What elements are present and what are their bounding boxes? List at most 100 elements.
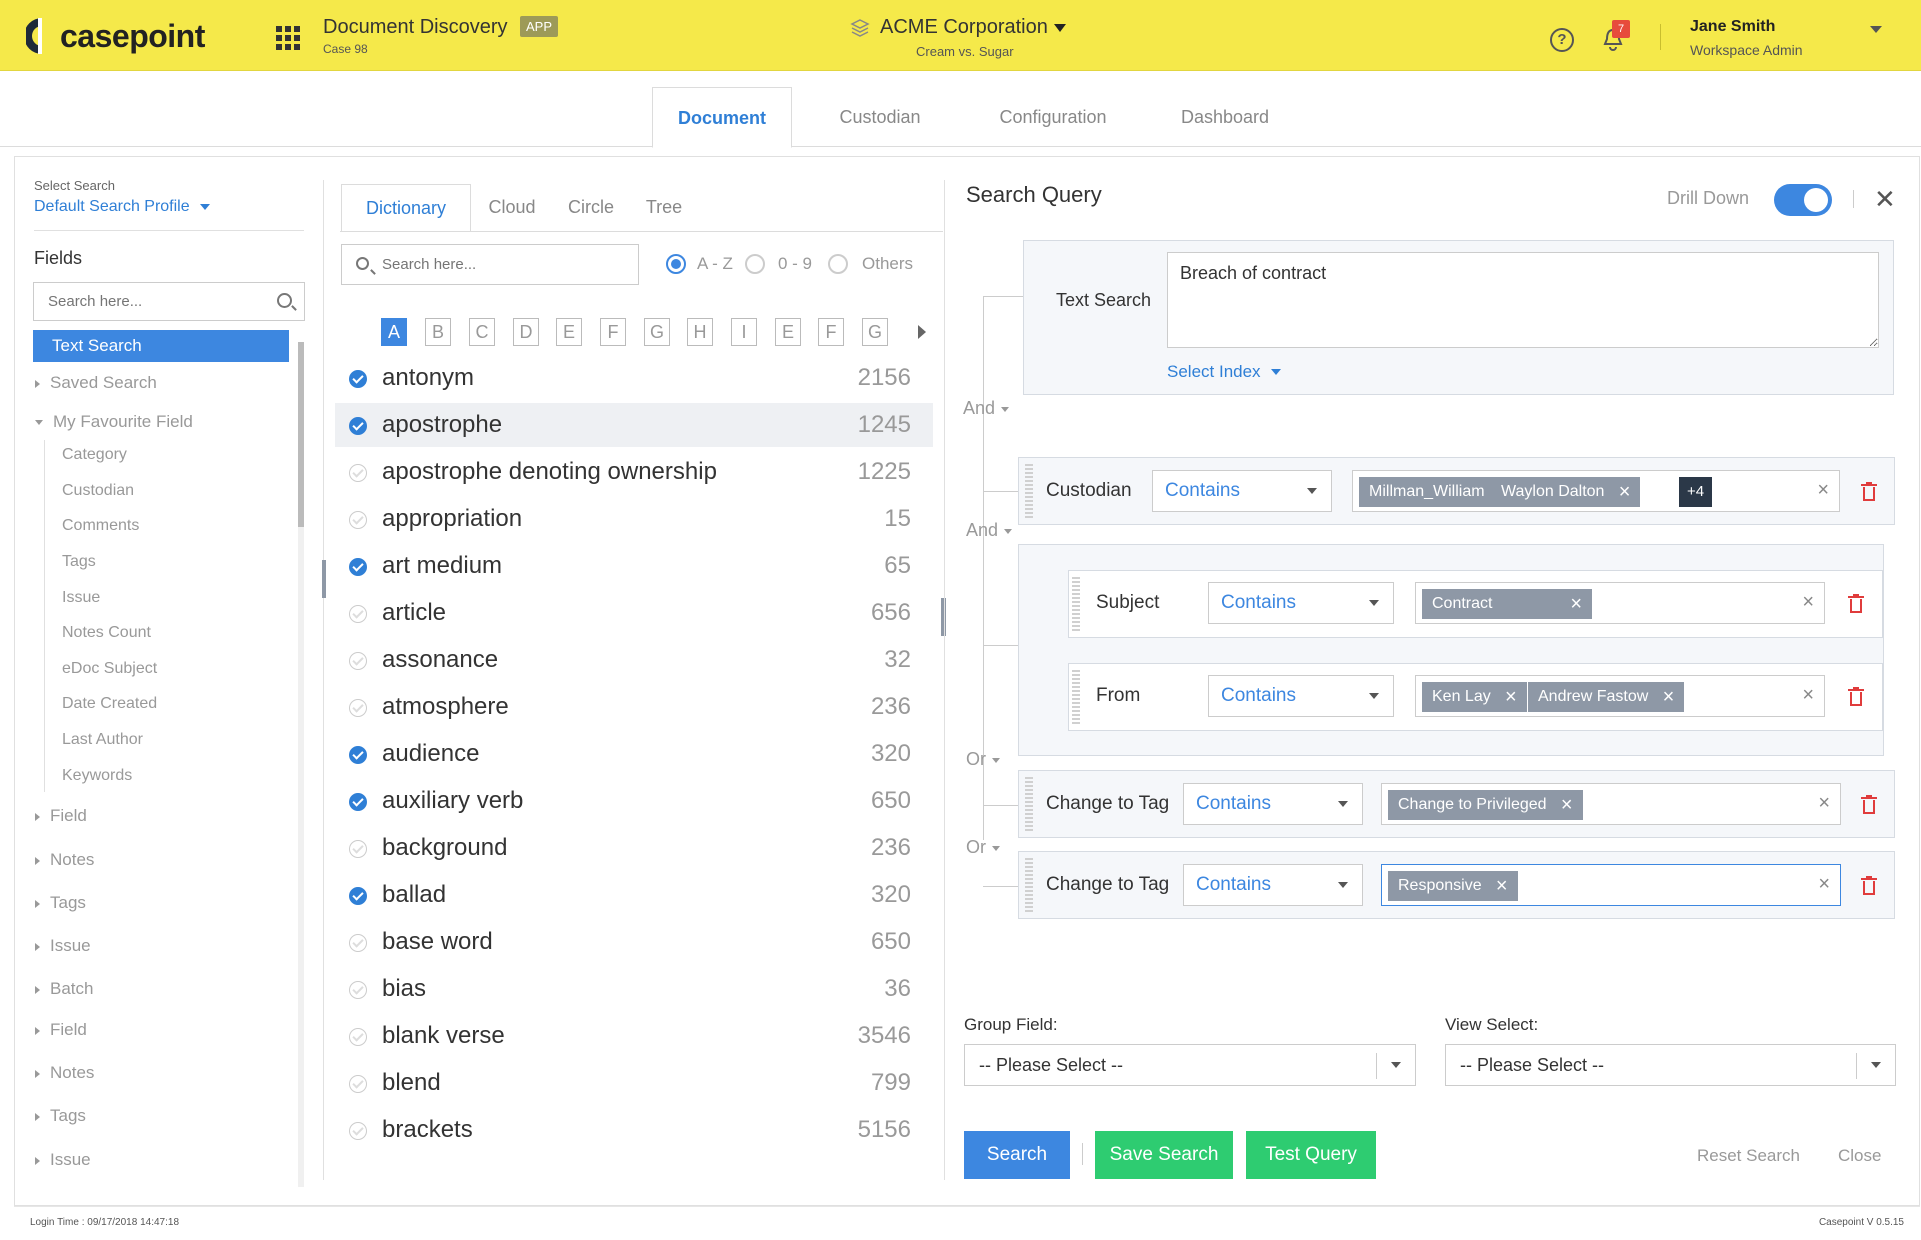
term-row[interactable]: base word 650 xyxy=(335,920,933,964)
letter-filter[interactable]: D xyxy=(513,318,539,346)
field-group[interactable]: Tags xyxy=(33,887,289,919)
sub-field-custodian[interactable]: Custodian xyxy=(62,482,134,500)
tab-cloud[interactable]: Cloud xyxy=(476,184,548,232)
tab-configuration[interactable]: Configuration xyxy=(980,87,1126,148)
tab-tree[interactable]: Tree xyxy=(634,184,694,232)
condition-value-box[interactable]: Contract × × xyxy=(1415,582,1825,624)
operator-and[interactable]: And xyxy=(966,520,1013,541)
radio-a-z[interactable] xyxy=(666,254,686,274)
radio-0-9[interactable] xyxy=(745,254,765,274)
condition-value-box[interactable]: Millman_William × Waylon Dalton × +4 × xyxy=(1352,470,1840,512)
letter-filter[interactable]: B xyxy=(425,318,451,346)
term-row[interactable]: appropriation 15 xyxy=(335,497,933,541)
letter-filter[interactable]: H xyxy=(687,318,713,346)
field-group[interactable]: Notes xyxy=(33,844,289,876)
remove-chip-icon[interactable]: × xyxy=(1663,682,1675,712)
term-row[interactable]: auxiliary verb 650 xyxy=(335,779,933,823)
tab-custodian[interactable]: Custodian xyxy=(820,87,940,148)
tab-document[interactable]: Document xyxy=(652,87,792,148)
clear-icon[interactable]: × xyxy=(1802,591,1814,614)
condition-value-box[interactable]: Ken Lay × Andrew Fastow × × xyxy=(1415,675,1825,717)
field-saved-search[interactable]: Saved Search xyxy=(33,367,289,399)
unchecked-circle-icon[interactable] xyxy=(349,934,367,952)
group-field-select[interactable]: -- Please Select -- xyxy=(964,1044,1416,1086)
trash-icon[interactable] xyxy=(1861,482,1877,501)
drag-handle-icon[interactable] xyxy=(1025,464,1033,518)
drag-handle-icon[interactable] xyxy=(1072,577,1080,631)
unchecked-circle-icon[interactable] xyxy=(349,605,367,623)
drag-handle-icon[interactable] xyxy=(1025,858,1033,912)
condition-operator-dropdown[interactable]: Contains xyxy=(1208,675,1394,717)
term-row[interactable]: antonym 2156 xyxy=(335,356,933,400)
clear-icon[interactable]: × xyxy=(1818,792,1830,815)
drag-handle-icon[interactable] xyxy=(1025,777,1033,831)
org-selector[interactable]: ACME Corporation xyxy=(850,16,1066,39)
chevron-right-icon[interactable] xyxy=(918,325,926,339)
letter-filter[interactable]: G xyxy=(862,318,888,346)
sub-field-tags[interactable]: Tags xyxy=(62,553,96,571)
term-row[interactable]: apostrophe denoting ownership 1225 xyxy=(335,450,933,494)
fields-scrollbar-thumb[interactable] xyxy=(298,342,304,527)
condition-value-box[interactable]: Responsive × × xyxy=(1381,864,1841,906)
clear-icon[interactable]: × xyxy=(1817,479,1829,502)
text-search-input[interactable]: Breach of contract xyxy=(1167,252,1879,348)
fields-search-input[interactable] xyxy=(34,283,254,320)
search-button[interactable]: Search xyxy=(964,1131,1070,1179)
user-menu-caret-icon[interactable] xyxy=(1870,26,1882,33)
term-row[interactable]: art medium 65 xyxy=(335,544,933,588)
select-index-dropdown[interactable]: Select Index xyxy=(1167,362,1281,382)
sub-field-comments[interactable]: Comments xyxy=(62,517,139,535)
term-row[interactable]: blank verse 3546 xyxy=(335,1014,933,1058)
field-group[interactable]: Issue xyxy=(33,930,289,962)
unchecked-circle-icon[interactable] xyxy=(349,464,367,482)
letter-filter[interactable]: F xyxy=(818,318,844,346)
remove-chip-icon[interactable]: × xyxy=(1561,790,1573,820)
letter-filter[interactable]: C xyxy=(469,318,495,346)
operator-or[interactable]: Or xyxy=(966,749,1000,770)
trash-icon[interactable] xyxy=(1848,594,1864,613)
check-circle-icon[interactable] xyxy=(349,887,367,905)
more-chips-badge[interactable]: +4 xyxy=(1679,477,1713,507)
trash-icon[interactable] xyxy=(1861,876,1877,895)
letter-filter[interactable]: I xyxy=(731,318,757,346)
term-row[interactable]: atmosphere 236 xyxy=(335,685,933,729)
save-search-button[interactable]: Save Search xyxy=(1095,1131,1233,1179)
condition-operator-dropdown[interactable]: Contains xyxy=(1208,582,1394,624)
drag-handle-icon[interactable] xyxy=(1072,670,1080,724)
unchecked-circle-icon[interactable] xyxy=(349,511,367,529)
radio-others[interactable] xyxy=(828,254,848,274)
remove-chip-icon[interactable]: × xyxy=(1570,589,1582,619)
field-group[interactable]: Tags xyxy=(33,1100,289,1132)
search-profile-dropdown[interactable]: Default Search Profile xyxy=(34,198,210,216)
term-row[interactable]: article 656 xyxy=(335,591,933,635)
check-circle-icon[interactable] xyxy=(349,370,367,388)
remove-chip-icon[interactable]: × xyxy=(1619,477,1631,507)
unchecked-circle-icon[interactable] xyxy=(349,1122,367,1140)
check-circle-icon[interactable] xyxy=(349,746,367,764)
letter-filter[interactable]: E xyxy=(775,318,801,346)
check-circle-icon[interactable] xyxy=(349,793,367,811)
term-row[interactable]: blend 799 xyxy=(335,1061,933,1105)
letter-filter[interactable]: E xyxy=(556,318,582,346)
trash-icon[interactable] xyxy=(1861,795,1877,814)
condition-operator-dropdown[interactable]: Contains xyxy=(1183,783,1363,825)
term-row[interactable]: ballad 320 xyxy=(335,873,933,917)
field-group[interactable]: Field xyxy=(33,800,289,832)
sub-field-category[interactable]: Category xyxy=(62,446,127,464)
remove-chip-icon[interactable]: × xyxy=(1505,682,1517,712)
sub-field-last-author[interactable]: Last Author xyxy=(62,731,143,749)
term-row[interactable]: apostrophe 1245 xyxy=(335,403,933,447)
dictionary-search-input[interactable] xyxy=(342,245,602,284)
letter-filter[interactable]: A xyxy=(381,318,407,346)
field-group[interactable]: Field xyxy=(33,1014,289,1046)
clear-icon[interactable]: × xyxy=(1818,873,1830,896)
tab-dashboard[interactable]: Dashboard xyxy=(1160,87,1290,148)
field-group[interactable]: Batch xyxy=(33,973,289,1005)
tab-circle[interactable]: Circle xyxy=(556,184,626,232)
term-row[interactable]: bias 36 xyxy=(335,967,933,1011)
term-row[interactable]: audience 320 xyxy=(335,732,933,776)
operator-and[interactable]: And xyxy=(963,398,1010,419)
view-select[interactable]: -- Please Select -- xyxy=(1445,1044,1896,1086)
reset-search-button[interactable]: Reset Search xyxy=(1697,1146,1800,1166)
letter-filter[interactable]: F xyxy=(600,318,626,346)
